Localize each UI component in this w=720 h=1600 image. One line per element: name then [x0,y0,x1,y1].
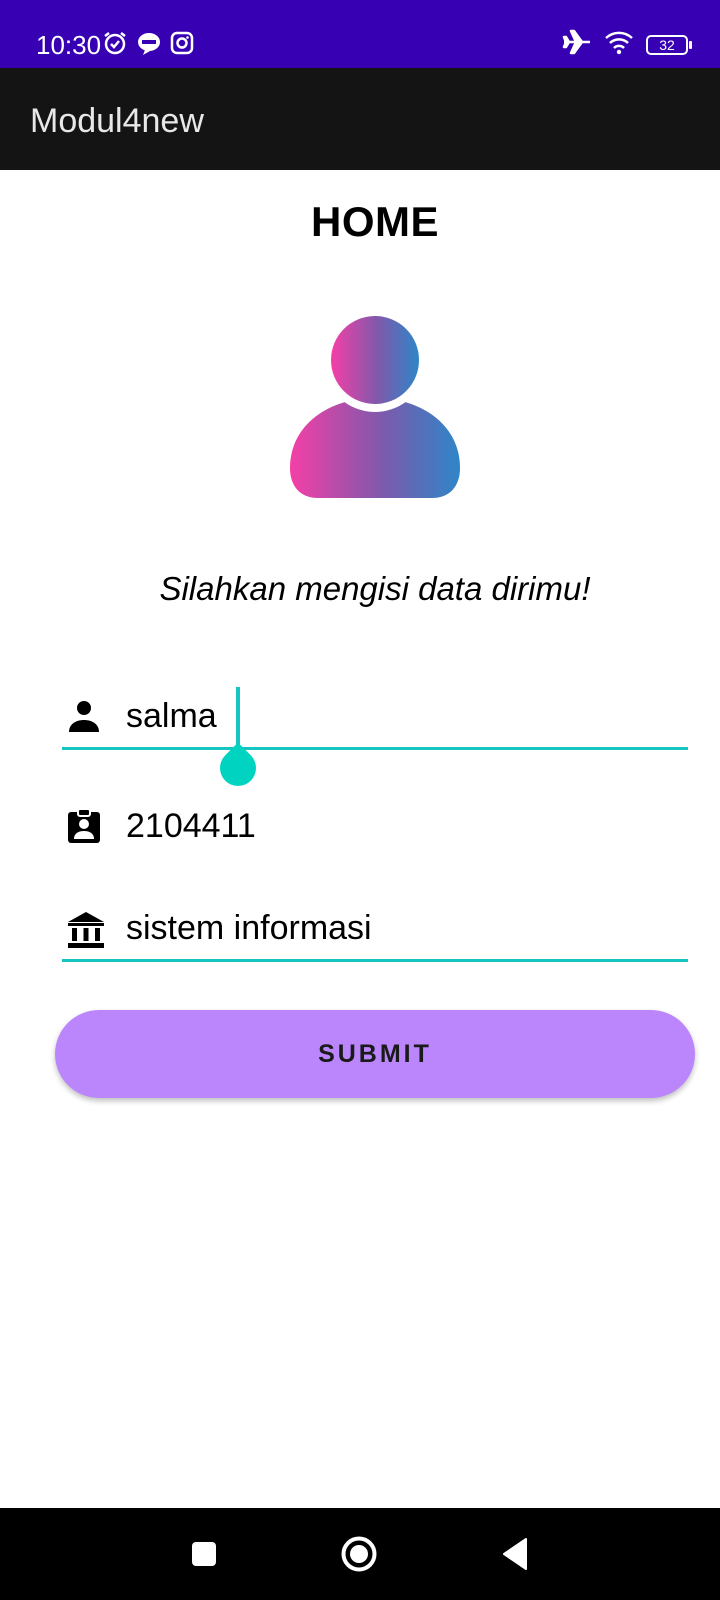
status-bar: 10:30 32 [0,0,720,68]
back-icon[interactable] [470,1508,560,1600]
alarm-icon [102,30,128,61]
name-field[interactable]: salma [62,680,688,750]
submit-button[interactable]: SUBMIT [55,1010,695,1098]
person-icon [66,698,102,734]
nim-input-value[interactable]: 2104411 [126,804,256,848]
person-avatar-icon [290,308,460,498]
status-system-icons: 32 [562,28,692,61]
major-field-underline [62,959,688,962]
name-input-value[interactable]: salma [126,694,217,738]
nim-field[interactable]: 2104411 [62,790,688,860]
battery-indicator: 32 [646,34,692,55]
page-title: HOME [311,198,439,245]
navigation-bar [0,1508,720,1600]
status-time: 10:30 [36,30,102,60]
home-icon[interactable] [314,1508,404,1600]
institution-icon [66,910,104,948]
cursor-handle[interactable] [212,742,264,794]
instagram-icon [170,31,194,60]
wifi-icon [604,29,634,60]
major-input-value[interactable]: sistem informasi [126,906,372,950]
airplane-mode-icon [562,28,592,61]
app-title: Modul4new [30,102,204,140]
major-field[interactable]: sistem informasi [62,892,688,962]
name-field-underline [62,747,688,750]
badge-icon [66,808,102,844]
text-cursor [236,687,240,749]
recents-icon[interactable] [159,1508,249,1600]
line-icon [136,30,162,61]
form-instruction: Silahkan mengisi data dirimu! [159,570,591,607]
status-notification-icons [102,30,194,61]
app-bar: Modul4new [0,68,720,170]
